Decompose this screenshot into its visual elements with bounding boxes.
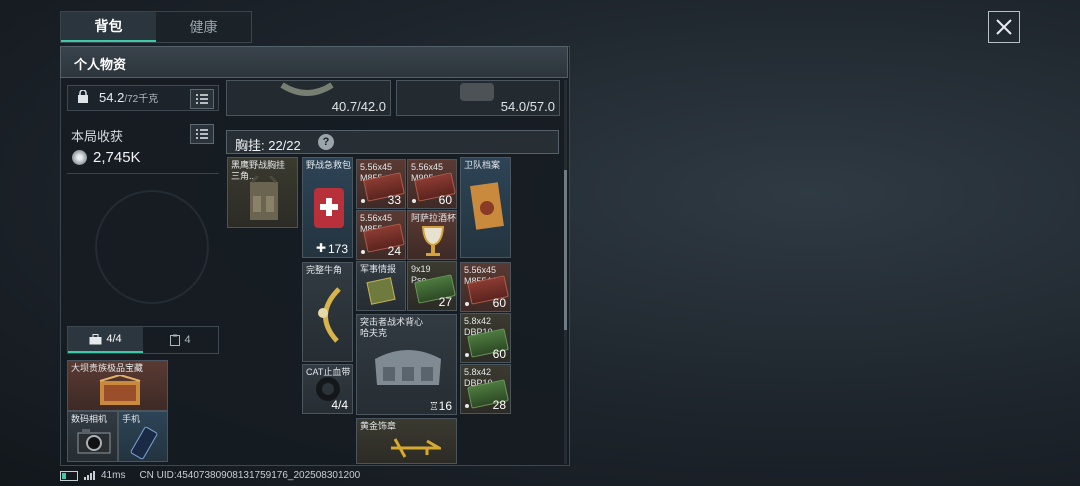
- item-name: 突击者战术背心 哈夫克: [360, 317, 424, 338]
- ammo-dot: [465, 404, 469, 408]
- item-chest-rig[interactable]: 黑鹰野战胸挂 三角...: [227, 157, 298, 228]
- weight-icon: [78, 90, 88, 103]
- item-phone[interactable]: 手机: [118, 411, 168, 462]
- secure-tabs: 4/4 4: [67, 326, 219, 354]
- ammo-dot: [361, 199, 365, 203]
- emblem-watermark: [95, 190, 209, 304]
- item-count: 173: [327, 242, 348, 256]
- ammo-dot: [465, 302, 469, 306]
- close-button[interactable]: [988, 11, 1020, 43]
- uses-icon: ✚: [316, 241, 327, 255]
- item-goblet[interactable]: 阿萨拉酒杯: [407, 210, 457, 260]
- item-count: 60: [492, 296, 506, 310]
- tab-health[interactable]: 健康: [156, 12, 251, 42]
- item-count: 33: [387, 193, 401, 207]
- top-tabs: 背包 健康: [60, 11, 252, 43]
- item-count: 4/4: [331, 398, 348, 412]
- camera-icon: [77, 429, 111, 454]
- item-name: 野战急救包: [306, 160, 352, 170]
- item-count: 60: [438, 193, 452, 207]
- ping-value: 41ms: [101, 470, 126, 481]
- item-name: 黄金饰章: [360, 421, 397, 431]
- status-bar: 41ms CN UID:454073809081317591​76_202508…: [60, 470, 360, 481]
- tab-notes[interactable]: 4: [143, 327, 218, 353]
- battery-icon: [60, 470, 78, 481]
- item-name: 大坝贵族极品宝藏: [71, 363, 144, 373]
- backpack-icon: [280, 82, 334, 96]
- panel-header: [60, 46, 568, 78]
- income-label: 本局收获: [71, 129, 124, 144]
- item-count: 16: [438, 399, 452, 413]
- item-ammo-58-dbp10-2[interactable]: 5.8x42 DBP10 28: [460, 364, 511, 414]
- equipment-slot-armor[interactable]: 54.0/57.0: [396, 80, 560, 116]
- signal-icon: [84, 471, 95, 480]
- item-horn[interactable]: 完整牛角: [302, 262, 353, 362]
- item-count: 60: [492, 347, 506, 361]
- rig-title: 胸挂: 22/22: [235, 138, 301, 153]
- intel-icon: [366, 277, 396, 305]
- goblet-icon: [421, 226, 445, 256]
- document-icon: [470, 182, 504, 230]
- notes-count: 4: [184, 334, 191, 346]
- help-icon[interactable]: ?: [318, 134, 334, 150]
- item-military-intel[interactable]: 军事情报: [356, 261, 406, 311]
- item-assault-vest[interactable]: 突击者战术背心 哈夫克 ♖ 16: [356, 314, 457, 415]
- uid-text: CN UID:454073809081317591​76_20250830120…: [139, 470, 361, 481]
- list-icon: [196, 129, 208, 139]
- divider: [67, 173, 219, 174]
- weight-value: 54.2/72千克: [99, 90, 158, 105]
- item-ammo-556-m855[interactable]: 5.56x45 M855 33: [356, 159, 406, 209]
- weight-list-button[interactable]: [190, 89, 214, 109]
- equipment-slot-backpack[interactable]: 40.7/42.0: [226, 80, 391, 116]
- first-aid-icon: [314, 188, 344, 228]
- armor-class-icon: ♖: [429, 401, 439, 413]
- equipment-durability: 40.7/42.0: [331, 99, 386, 114]
- badge-icon: [391, 438, 441, 458]
- chest-rig-icon: [250, 176, 278, 220]
- item-ammo-9x19[interactable]: 9x19 Pso 27: [407, 261, 457, 311]
- item-first-aid-kit[interactable]: 野战急救包 ✚ 173: [302, 157, 353, 258]
- ammo-dot: [361, 250, 365, 254]
- briefcase-icon: [89, 333, 102, 344]
- item-count: 27: [438, 295, 452, 309]
- phone-icon: [130, 426, 158, 460]
- clipboard-icon: [170, 334, 181, 346]
- item-ammo-556-m855-2[interactable]: 5.56x45 M855 24: [356, 210, 406, 260]
- item-ammo-556-m855a1[interactable]: 5.56x45 M855A1 60: [460, 262, 511, 312]
- income-value: 2,745K: [93, 149, 141, 166]
- item-name: 数码相机: [71, 414, 108, 424]
- secure-count: 4/4: [106, 333, 122, 345]
- item-treasure[interactable]: 大坝贵族极品宝藏: [67, 360, 168, 411]
- item-name: 卫队档案: [464, 160, 501, 170]
- item-count: 28: [492, 398, 506, 412]
- panel-title: 个人物资: [74, 57, 127, 72]
- income-list-button[interactable]: [190, 124, 214, 144]
- list-icon: [196, 94, 208, 104]
- item-tourniquet[interactable]: CAT止血带 4/4: [302, 364, 353, 414]
- item-gold-badge[interactable]: 黄金饰章: [356, 418, 457, 464]
- item-name: 手机: [122, 414, 141, 424]
- item-camera[interactable]: 数码相机: [67, 411, 118, 462]
- scrollbar-thumb[interactable]: [564, 170, 567, 330]
- armor-icon: [460, 83, 494, 101]
- close-icon: [996, 19, 1012, 35]
- equipment-durability: 54.0/57.0: [500, 99, 555, 114]
- vest-icon: [375, 350, 441, 385]
- ammo-dot: [465, 353, 469, 357]
- coin-icon: [72, 150, 87, 165]
- weight-current: 54.2: [99, 90, 125, 105]
- item-guard-files[interactable]: 卫队档案: [460, 157, 511, 258]
- item-ammo-58-dbp10[interactable]: 5.8x42 DBP10 60: [460, 313, 511, 363]
- item-count: 24: [387, 244, 401, 258]
- item-name: 完整牛角: [306, 265, 343, 275]
- tab-secure-container[interactable]: 4/4: [68, 327, 143, 353]
- horn-icon: [318, 287, 341, 343]
- treasure-icon: [99, 375, 141, 405]
- item-name: 军事情报: [360, 264, 397, 274]
- tab-backpack[interactable]: 背包: [61, 12, 156, 42]
- ammo-dot: [412, 199, 416, 203]
- weight-max: /72千克: [124, 94, 159, 105]
- item-ammo-556-m995[interactable]: 5.56x45 M995 60: [407, 159, 457, 209]
